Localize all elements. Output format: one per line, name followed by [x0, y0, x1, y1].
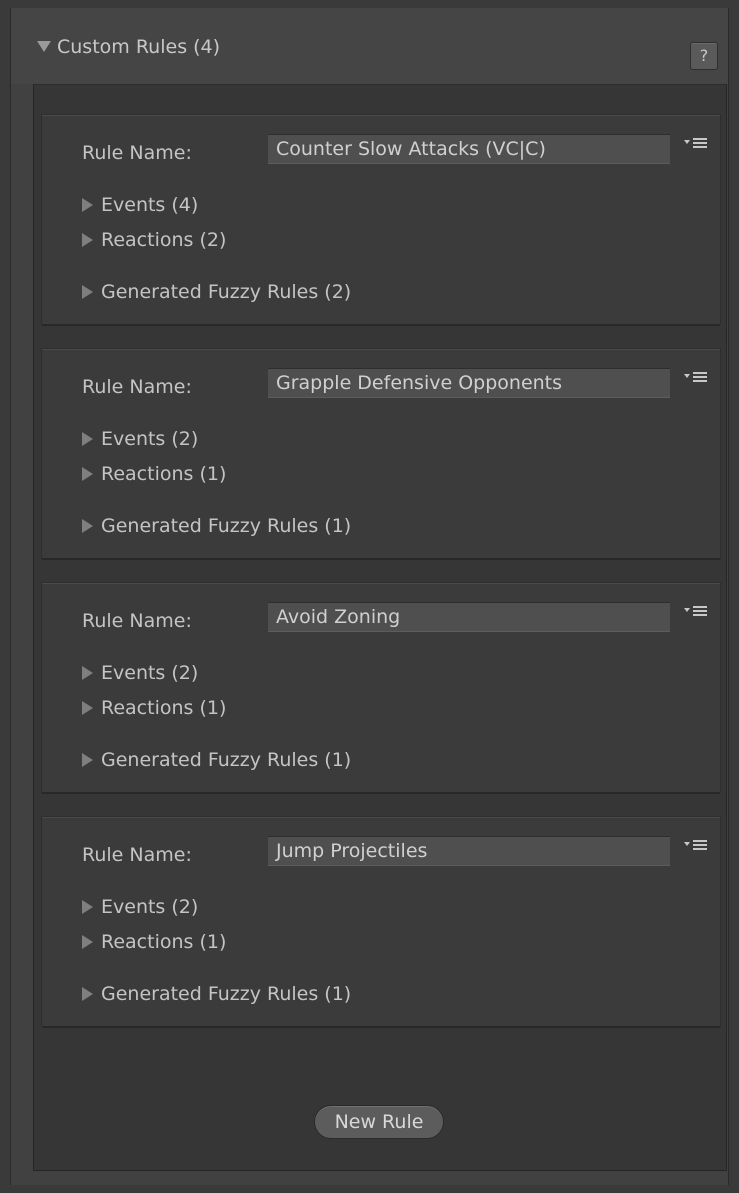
events-foldout[interactable]: Events (2) — [82, 896, 198, 918]
generated-fuzzy-rules-label: Generated Fuzzy Rules (1) — [101, 515, 352, 537]
rules-container: Rule Name: Counter Slow Attacks (VC|C) E… — [33, 84, 727, 1171]
dropdown-menu-icon[interactable] — [684, 604, 712, 618]
triangle-right-icon — [82, 198, 93, 212]
events-label: Events (2) — [101, 428, 199, 450]
new-rule-button[interactable]: New Rule — [314, 1105, 444, 1139]
rule-name-field[interactable]: Jump Projectiles — [268, 836, 670, 866]
rule-name-field[interactable]: Grapple Defensive Opponents — [268, 368, 670, 398]
rule-card: Rule Name: Jump Projectiles Events (2) R… — [42, 817, 720, 1026]
reactions-label: Reactions (1) — [101, 463, 227, 485]
rule-card: Rule Name: Avoid Zoning Events (2) React… — [42, 583, 720, 792]
triangle-right-icon — [82, 467, 93, 481]
rule-name-field[interactable]: Avoid Zoning — [268, 602, 670, 632]
reactions-foldout[interactable]: Reactions (1) — [82, 463, 226, 485]
triangle-right-icon — [82, 753, 93, 767]
reactions-foldout[interactable]: Reactions (1) — [82, 697, 226, 719]
events-foldout[interactable]: Events (2) — [82, 428, 198, 450]
triangle-down-icon — [37, 40, 51, 52]
triangle-right-icon — [82, 233, 93, 247]
generated-fuzzy-rules-foldout[interactable]: Generated Fuzzy Rules (1) — [82, 983, 351, 1005]
help-button[interactable]: ? — [690, 42, 718, 70]
triangle-right-icon — [82, 987, 93, 1001]
custom-rules-header[interactable]: Custom Rules (4) ? — [11, 8, 728, 84]
events-label: Events (2) — [101, 896, 199, 918]
reactions-label: Reactions (2) — [101, 229, 227, 251]
triangle-right-icon — [82, 701, 93, 715]
triangle-right-icon — [82, 900, 93, 914]
reactions-label: Reactions (1) — [101, 931, 227, 953]
generated-fuzzy-rules-foldout[interactable]: Generated Fuzzy Rules (1) — [82, 515, 351, 537]
rule-name-label: Rule Name: — [82, 844, 192, 866]
reactions-label: Reactions (1) — [101, 697, 227, 719]
events-label: Events (4) — [101, 194, 199, 216]
rule-name-label: Rule Name: — [82, 142, 192, 164]
rule-name-label: Rule Name: — [82, 376, 192, 398]
dropdown-menu-icon[interactable] — [684, 370, 712, 384]
custom-rules-title: Custom Rules (4) — [57, 36, 221, 58]
triangle-right-icon — [82, 935, 93, 949]
generated-fuzzy-rules-foldout[interactable]: Generated Fuzzy Rules (2) — [82, 281, 351, 303]
rule-name-field[interactable]: Counter Slow Attacks (VC|C) — [268, 134, 670, 164]
events-foldout[interactable]: Events (2) — [82, 662, 198, 684]
rule-card: Rule Name: Grapple Defensive Opponents E… — [42, 349, 720, 558]
triangle-right-icon — [82, 432, 93, 446]
triangle-right-icon — [82, 666, 93, 680]
custom-rules-panel: Custom Rules (4) ? Rule Name: Counter Sl… — [10, 8, 729, 1185]
rule-name-label: Rule Name: — [82, 610, 192, 632]
rule-card: Rule Name: Counter Slow Attacks (VC|C) E… — [42, 115, 720, 324]
generated-fuzzy-rules-label: Generated Fuzzy Rules (1) — [101, 983, 352, 1005]
events-label: Events (2) — [101, 662, 199, 684]
generated-fuzzy-rules-foldout[interactable]: Generated Fuzzy Rules (1) — [82, 749, 351, 771]
dropdown-menu-icon[interactable] — [684, 838, 712, 852]
triangle-right-icon — [82, 285, 93, 299]
generated-fuzzy-rules-label: Generated Fuzzy Rules (2) — [101, 281, 352, 303]
generated-fuzzy-rules-label: Generated Fuzzy Rules (1) — [101, 749, 352, 771]
triangle-right-icon — [82, 519, 93, 533]
custom-rules-foldout[interactable]: Custom Rules (4) — [37, 36, 220, 58]
reactions-foldout[interactable]: Reactions (1) — [82, 931, 226, 953]
events-foldout[interactable]: Events (4) — [82, 194, 198, 216]
reactions-foldout[interactable]: Reactions (2) — [82, 229, 226, 251]
dropdown-menu-icon[interactable] — [684, 136, 712, 150]
